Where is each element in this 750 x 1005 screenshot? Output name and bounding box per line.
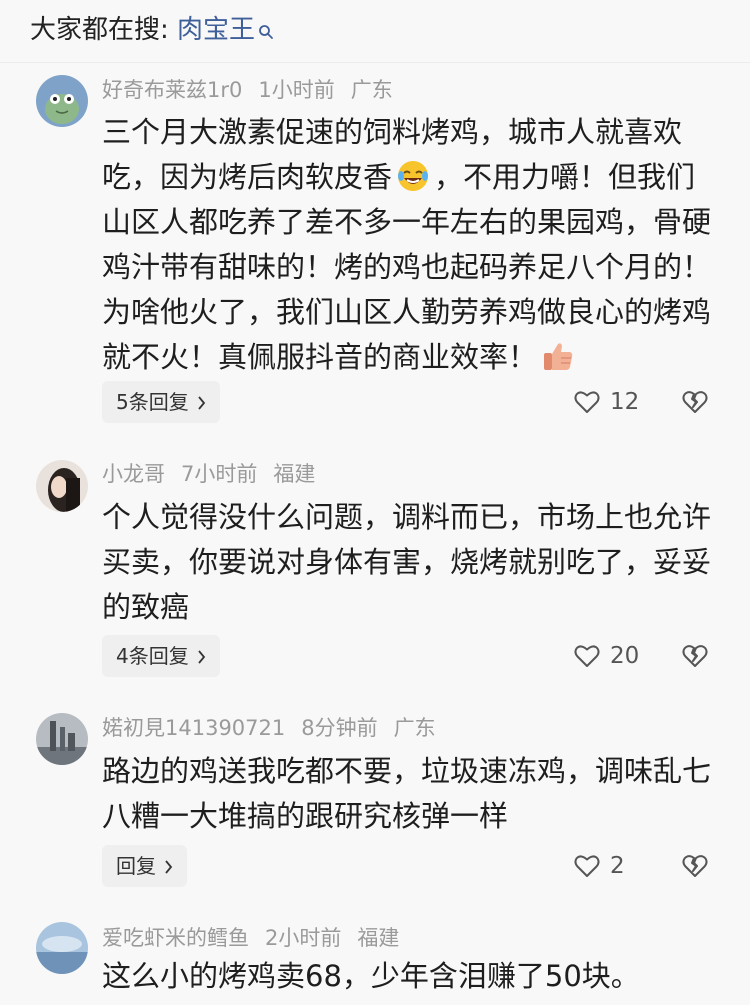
comment-text: 个人觉得没什么问题，调料而已，市场上也允许买卖，你要说对身体有害，烧烤就别吃了，… [102,500,712,624]
broken-heart-icon [682,853,708,879]
comment-location: 广东 [393,716,436,740]
like-count: 20 [610,643,640,669]
search-keyword-link[interactable]: 肉宝王 [177,15,255,45]
username[interactable]: 婼初見141390721 [102,716,285,740]
dislike-button[interactable] [682,643,708,669]
comment-meta: 小龙哥 7小时前 福建 [102,460,331,488]
broken-heart-icon [682,643,708,669]
view-replies-button[interactable]: 4条回复 [102,635,220,677]
broken-heart-icon [682,389,708,415]
thumbs-up-emoji-icon [541,339,575,373]
comment-time: 1小时前 [258,78,335,102]
avatar[interactable] [36,460,88,512]
username[interactable]: 好奇布莱兹1r0 [102,78,242,102]
heart-icon [574,854,600,878]
like-button[interactable]: 2 [574,848,625,884]
comment-text: 路边的鸡送我吃都不要，垃圾速冻鸡，调味乱七八糟一大堆搞的跟研究核弹一样 [102,754,712,833]
avatar[interactable] [36,75,88,127]
comment-time: 7小时前 [181,462,258,486]
comment-location: 福建 [357,926,400,950]
chevron-right-icon [197,636,206,664]
reply-label: 回复 [116,854,156,878]
comment-meta: 婼初見141390721 8分钟前 广东 [102,714,452,742]
reply-count-label: 4条回复 [116,644,189,668]
dislike-button[interactable] [682,853,708,879]
username[interactable]: 爱吃虾米的鳕鱼 [102,926,249,950]
like-button[interactable]: 20 [574,638,639,674]
comment-meta: 爱吃虾米的鳕鱼 2小时前 福建 [102,924,415,952]
avatar[interactable] [36,922,88,974]
like-count: 12 [610,389,640,415]
search-hint-label: 大家都在搜: [30,15,169,45]
comment-location: 福建 [273,462,316,486]
like-button[interactable]: 12 [574,384,639,420]
username[interactable]: 小龙哥 [102,462,165,486]
comment-time: 2小时前 [265,926,342,950]
comment-text: 三个月大激素促速的饲料烤鸡，城市人就喜欢吃，因为烤后肉软皮香 ，不用力嚼！但我们山… [102,110,717,380]
laughing-emoji-icon [396,159,430,193]
comment-location: 广东 [350,78,393,102]
comment-time: 8分钟前 [301,716,378,740]
reply-button[interactable]: 回复 [102,845,187,887]
comment-text: 这么小的烤鸡卖68，少年含泪赚了50块。 [102,959,640,993]
search-icon[interactable] [258,14,274,39]
search-suggestion-bar: 大家都在搜: 肉宝王 [0,0,750,62]
divider [0,62,750,63]
comment-meta: 好奇布莱兹1r0 1小时前 广东 [102,76,409,104]
chevron-right-icon [197,382,206,410]
like-count: 2 [610,853,625,879]
view-replies-button[interactable]: 5条回复 [102,381,220,423]
heart-icon [574,390,600,414]
heart-icon [574,644,600,668]
dislike-button[interactable] [682,389,708,415]
reply-count-label: 5条回复 [116,390,189,414]
search-hint[interactable]: 大家都在搜: 肉宝王 [30,12,274,48]
chevron-right-icon [164,846,173,874]
avatar[interactable] [36,713,88,765]
